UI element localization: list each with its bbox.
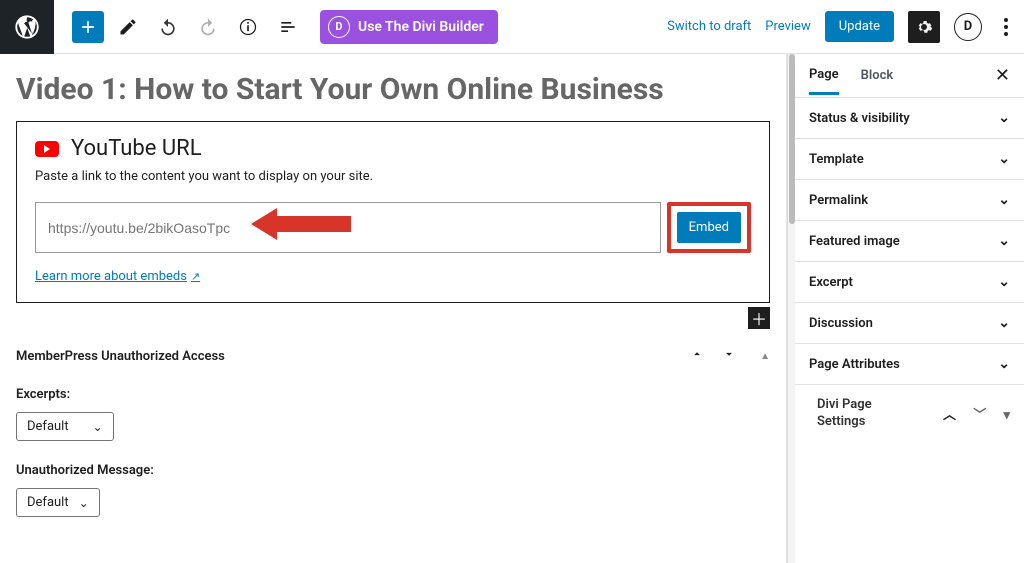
excerpts-select[interactable]: Default ⌄: [16, 412, 114, 441]
annotation-highlight: Embed: [667, 202, 751, 253]
divi-move-up[interactable]: ︿: [943, 408, 956, 423]
youtube-icon: [35, 141, 59, 157]
redo-button[interactable]: [192, 11, 224, 43]
tab-block[interactable]: Block: [861, 68, 894, 93]
pencil-icon: [118, 17, 138, 37]
append-block-button[interactable]: ＋: [748, 307, 770, 329]
editor-topbar: D Use The Divi Builder Switch to draft P…: [0, 0, 1024, 54]
panel-template[interactable]: Template ⌄: [795, 139, 1024, 180]
unauth-message-select[interactable]: Default ⌄: [16, 488, 100, 517]
divi-toggle[interactable]: ▾: [1003, 408, 1010, 423]
panel-label: Template: [809, 152, 864, 167]
settings-sidebar: Page Block ✕ Status & visibility ⌄ Templa…: [795, 54, 1024, 563]
panel-label: Excerpt: [809, 275, 853, 290]
redo-icon: [198, 17, 218, 37]
chevron-down-icon: ⌄: [93, 420, 103, 434]
annotation-arrow: [251, 208, 351, 240]
divi-builder-button[interactable]: D Use The Divi Builder: [320, 10, 498, 44]
info-icon: [238, 17, 258, 37]
chevron-down-icon: ⌄: [998, 233, 1010, 249]
chevron-down-icon: ⌄: [998, 356, 1010, 372]
topbar-right: Switch to draft Preview Update D: [667, 11, 1016, 43]
chevron-up-icon: [690, 347, 704, 361]
excerpts-value: Default: [27, 419, 69, 434]
page-title[interactable]: Video 1: How to Start Your Own Online Bu…: [16, 72, 770, 107]
panel-label: Permalink: [809, 193, 868, 208]
divi-move-down[interactable]: ﹀: [973, 408, 986, 423]
divi-builder-label: Use The Divi Builder: [358, 19, 484, 35]
panel-permalink[interactable]: Permalink ⌄: [795, 180, 1024, 221]
undo-button[interactable]: [152, 11, 184, 43]
unauth-label: Unauthorized Message:: [16, 463, 770, 478]
memberpress-heading: MemberPress Unauthorized Access: [16, 349, 225, 364]
learn-more-link[interactable]: Learn more about embeds ↗: [35, 269, 200, 284]
memberpress-section-header[interactable]: MemberPress Unauthorized Access ▲: [16, 347, 770, 365]
panel-divi-settings[interactable]: Divi Page Settings ︿ ﹀ ▾: [795, 385, 1024, 443]
section-move-up[interactable]: [690, 347, 704, 365]
panel-label: Discussion: [809, 316, 873, 331]
scrollbar-thumb[interactable]: [789, 54, 795, 224]
outline-button[interactable]: [272, 11, 304, 43]
section-move-down[interactable]: [722, 347, 736, 365]
chevron-down-icon: ⌄: [79, 496, 89, 510]
edit-tool[interactable]: [112, 11, 144, 43]
outline-icon: [278, 17, 298, 37]
divi-round-button[interactable]: D: [954, 13, 982, 41]
youtube-embed-block[interactable]: YouTube URL Paste a link to the content …: [16, 121, 770, 303]
panel-page-attributes[interactable]: Page Attributes ⌄: [795, 344, 1024, 385]
divi-panel-controls: ︿ ﹀ ▾: [929, 404, 1010, 423]
panel-discussion[interactable]: Discussion ⌄: [795, 303, 1024, 344]
chevron-down-icon: ⌄: [998, 110, 1010, 126]
chevron-down-icon: ⌄: [998, 315, 1010, 331]
undo-icon: [158, 17, 178, 37]
update-button[interactable]: Update: [825, 11, 894, 42]
panel-label: Status & visibility: [809, 111, 910, 126]
chevron-down-icon: ⌄: [998, 192, 1010, 208]
section-toggle[interactable]: ▲: [760, 351, 770, 362]
wordpress-logo[interactable]: [0, 0, 54, 54]
learn-more-label: Learn more about embeds: [35, 269, 187, 284]
switch-to-draft-link[interactable]: Switch to draft: [667, 19, 751, 34]
panel-label: Page Attributes: [809, 357, 900, 372]
chevron-down-icon: ⌄: [998, 274, 1010, 290]
panel-excerpt[interactable]: Excerpt ⌄: [795, 262, 1024, 303]
divi-logo-icon: D: [328, 16, 350, 38]
settings-button[interactable]: [908, 11, 940, 43]
info-button[interactable]: [232, 11, 264, 43]
options-menu-button[interactable]: [996, 14, 1016, 40]
external-link-icon: ↗: [191, 270, 200, 283]
embed-button[interactable]: Embed: [677, 212, 741, 243]
chevron-down-icon: [722, 347, 736, 361]
block-heading: YouTube URL: [71, 136, 202, 161]
excerpts-label: Excerpts:: [16, 387, 770, 402]
add-block-toggle[interactable]: [72, 11, 104, 43]
close-sidebar-button[interactable]: ✕: [995, 65, 1010, 86]
editor-canvas: Video 1: How to Start Your Own Online Bu…: [0, 54, 786, 563]
plus-icon: [78, 17, 98, 37]
unauth-value: Default: [27, 495, 69, 510]
panel-status[interactable]: Status & visibility ⌄: [795, 98, 1024, 139]
chevron-down-icon: ⌄: [998, 151, 1010, 167]
sidebar-scrollbar[interactable]: [787, 54, 795, 563]
gear-icon: [915, 18, 933, 36]
panel-label: Featured image: [809, 234, 900, 249]
panel-featured-image[interactable]: Featured image ⌄: [795, 221, 1024, 262]
wordpress-icon: [13, 13, 41, 41]
tab-page[interactable]: Page: [809, 67, 839, 95]
preview-link[interactable]: Preview: [765, 19, 810, 34]
panel-label: Divi Page Settings: [817, 397, 907, 431]
block-description: Paste a link to the content you want to …: [35, 169, 751, 184]
